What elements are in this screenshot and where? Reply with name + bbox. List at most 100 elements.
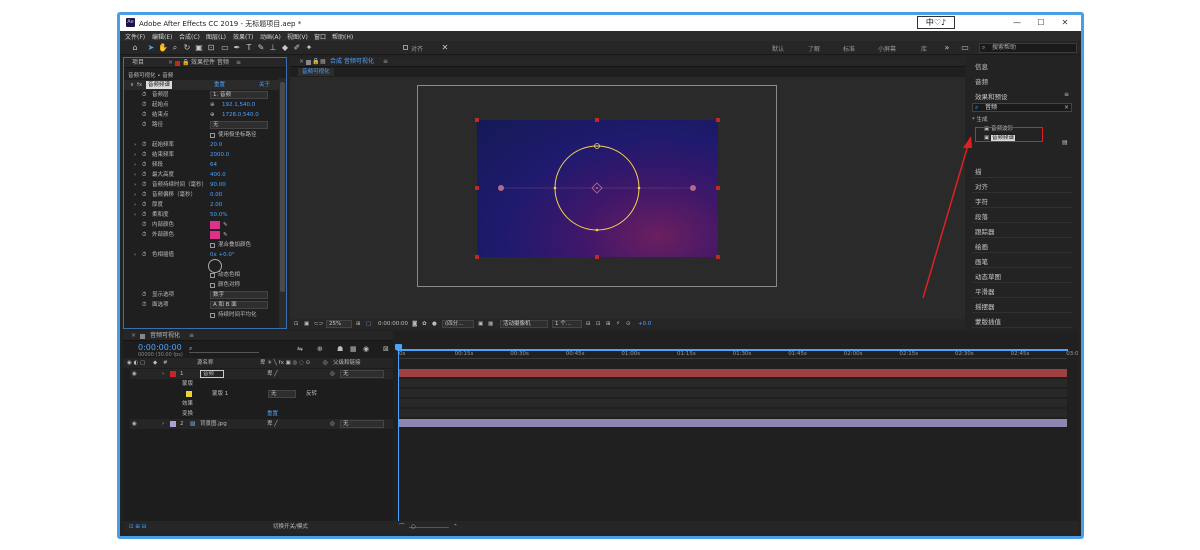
image-file-icon: ▨ <box>190 421 196 427</box>
color-channels-icon[interactable]: ● <box>432 319 437 329</box>
annotation-arrow <box>922 136 972 299</box>
label-color[interactable] <box>186 391 192 397</box>
ruler-tick-label: 00:30s <box>510 351 529 357</box>
pick-whip-icon[interactable]: ◎ <box>330 419 335 429</box>
timeline-track-area[interactable]: 0s 00:15s 00:30s 00:45s 01:00s 01:15s 01:30s 01… <box>393 331 1078 521</box>
layer-track-background[interactable] <box>399 419 1067 427</box>
layer-row[interactable]: 蒙版 <box>130 379 393 389</box>
safe-zones-icon[interactable]: ⊞ <box>356 319 361 329</box>
ruler-tick-label: 02:30s <box>955 351 974 357</box>
layer-row[interactable]: ◉ › 1 音频 卑 ╱ ◎ 无 <box>130 369 393 379</box>
arrow-shaft <box>922 144 969 299</box>
timeline-tab[interactable]: 音频可视化 <box>150 331 180 341</box>
draft-3d-icon[interactable]: ⊕ <box>317 345 323 353</box>
panel-menu-icon[interactable]: ≡ <box>189 331 194 341</box>
ruler-tick-label: 03:0 <box>1066 351 1078 357</box>
app-window-frame: Ae Adobe After Effects CC 2019 - 无标题项目.a… <box>117 12 1084 539</box>
parent-select[interactable]: 重置 <box>267 409 278 419</box>
label-color[interactable] <box>170 371 176 377</box>
snapshot-icon[interactable]: ◙ <box>412 319 417 329</box>
layer-row[interactable]: 蒙版 1 无 反转 <box>130 389 393 399</box>
expand-arrow-icon[interactable]: › <box>162 369 164 379</box>
fast-preview-icon[interactable]: ⚡ <box>616 319 620 329</box>
ruler-tick-label: 01:15s <box>677 351 696 357</box>
flowchart-icon[interactable]: ⊞ <box>606 319 611 329</box>
timeline-search-input[interactable]: ⌕ <box>189 345 259 353</box>
col-parent[interactable]: 父级和链接 <box>333 358 361 368</box>
ruler-tick-label: 02:15s <box>899 351 919 357</box>
layer-name[interactable]: 音频 <box>200 370 224 378</box>
resolution-select[interactable]: (四分… <box>442 320 474 328</box>
toggle-switches-modes[interactable]: 切换开关/模式 <box>273 521 308 533</box>
camera-select[interactable]: 活动摄像机 <box>500 320 548 328</box>
show-snapshot-icon[interactable]: ✿ <box>422 319 427 329</box>
parent-link-icon: ◎ <box>323 360 328 366</box>
transparency-grid-icon[interactable]: ▦ <box>488 319 493 329</box>
mask-mode[interactable]: 反转 <box>306 389 317 399</box>
layer-switches-icon[interactable]: 卑 ╱ <box>267 369 278 379</box>
after-effects-window: Ae Adobe After Effects CC 2019 - 无标题项目.a… <box>120 15 1081 536</box>
layer-switches-icon[interactable]: ⊡ ⊞ ⊟ <box>129 521 146 533</box>
timeline-footer: ⊡ ⊞ ⊟ 切换开关/模式 ⌒ ○ ⌃ <box>123 521 1078 533</box>
parent-select[interactable]: 无 <box>340 370 384 378</box>
layer-name[interactable]: 效果 <box>182 399 193 409</box>
views-select[interactable]: 1 个… <box>552 320 582 328</box>
ruler-tick-label: 02:45s <box>1010 351 1030 357</box>
mask-track <box>399 379 1067 387</box>
expand-arrow-icon[interactable]: › <box>162 419 164 429</box>
reset-exposure-icon[interactable]: ⊙ <box>626 319 631 329</box>
zoom-in-icon[interactable]: ⌃ <box>453 521 458 533</box>
av-switches-icon: ◉ ◐ ▢ <box>127 360 146 366</box>
layer-name[interactable]: 背景图.jpg <box>200 419 227 429</box>
label-color[interactable] <box>170 421 176 427</box>
layer-name[interactable]: 蒙版 <box>182 379 193 389</box>
graph-editor-icon[interactable]: ⊠ <box>383 345 389 353</box>
layer-name[interactable]: 变换 <box>182 409 193 419</box>
layer-column-header: ◉ ◐ ▢ ◆ # 源名称 卑 ✳ ╲ fx ▣ ◎ ◌ ⊙ ◎ 父级和链接 <box>123 358 393 368</box>
frame-blending-icon[interactable]: ▦ <box>350 345 357 353</box>
timeline-panel: × 音频可视化 ≡ 0:00:00:00 00000 (30.00 fps) ⌕… <box>123 331 1078 533</box>
ruler-tick-label: 00:45s <box>565 351 585 357</box>
layer-switches-icon[interactable]: 卑 ╱ <box>267 419 278 429</box>
arrow-head-icon <box>963 136 972 148</box>
zoom-select[interactable]: 25% <box>326 320 352 328</box>
playhead-line[interactable] <box>398 344 399 521</box>
timecode-display[interactable]: 0:00:00:00 <box>378 319 408 329</box>
ruler-baseline <box>399 358 1067 359</box>
layer-track-audio[interactable] <box>399 369 1067 377</box>
region-icon[interactable]: ▢ <box>366 319 371 329</box>
vr-icon[interactable]: ⊂⊃ <box>314 319 323 329</box>
number-icon: # <box>163 360 168 366</box>
roi-icon[interactable]: ▣ <box>478 319 483 329</box>
panel-item[interactable]: 蒙版插值 <box>975 316 1001 326</box>
layer-number: 1 <box>180 371 184 377</box>
separator <box>972 327 1072 328</box>
parent-select[interactable]: 无 <box>340 420 384 428</box>
eye-icon[interactable]: ◉ <box>132 369 137 379</box>
zoom-out-icon[interactable]: ⌒ <box>399 521 405 533</box>
preview-toggle-icon[interactable]: ⊡ <box>294 319 299 329</box>
zoom-slider-thumb[interactable]: ○ <box>411 521 416 533</box>
ruler-tick-label: 01:00s <box>621 351 641 357</box>
eye-icon[interactable]: ◉ <box>132 419 137 429</box>
comp-mini-flowchart-icon[interactable]: ⇋ <box>297 345 303 353</box>
layer-row[interactable]: ◉ › 2 ▨ 背景图.jpg 卑 ╱ ◎ 无 <box>130 419 393 429</box>
mask1-track <box>399 389 1067 397</box>
timeline-timecode[interactable]: 0:00:00:00 <box>138 343 182 352</box>
layout-icon[interactable]: ⊟ <box>586 319 591 329</box>
ruler-tick-label: 00:15s <box>454 351 474 357</box>
render-icon[interactable]: ⊡ <box>596 319 601 329</box>
exposure-value[interactable]: +0.0 <box>638 319 651 329</box>
pick-whip-icon[interactable]: ◎ <box>330 369 335 379</box>
playhead-handle-icon[interactable] <box>395 344 402 350</box>
shy-icon[interactable]: ☗ <box>337 345 343 353</box>
switches-icon: 卑 ✳ ╲ fx ▣ ◎ ◌ ⊙ <box>260 360 311 366</box>
layer-name[interactable]: 蒙版 1 <box>212 389 228 399</box>
mask-view-icon[interactable]: ▣ <box>304 319 309 329</box>
motion-blur-icon[interactable]: ◉ <box>363 345 369 353</box>
parent-select[interactable]: 无 <box>268 390 296 398</box>
close-icon[interactable]: × <box>131 331 136 341</box>
layer-row[interactable]: 效果 <box>130 399 393 409</box>
col-source-name[interactable]: 源名称 <box>197 358 214 368</box>
layer-row[interactable]: 变换 重置 <box>130 409 393 419</box>
